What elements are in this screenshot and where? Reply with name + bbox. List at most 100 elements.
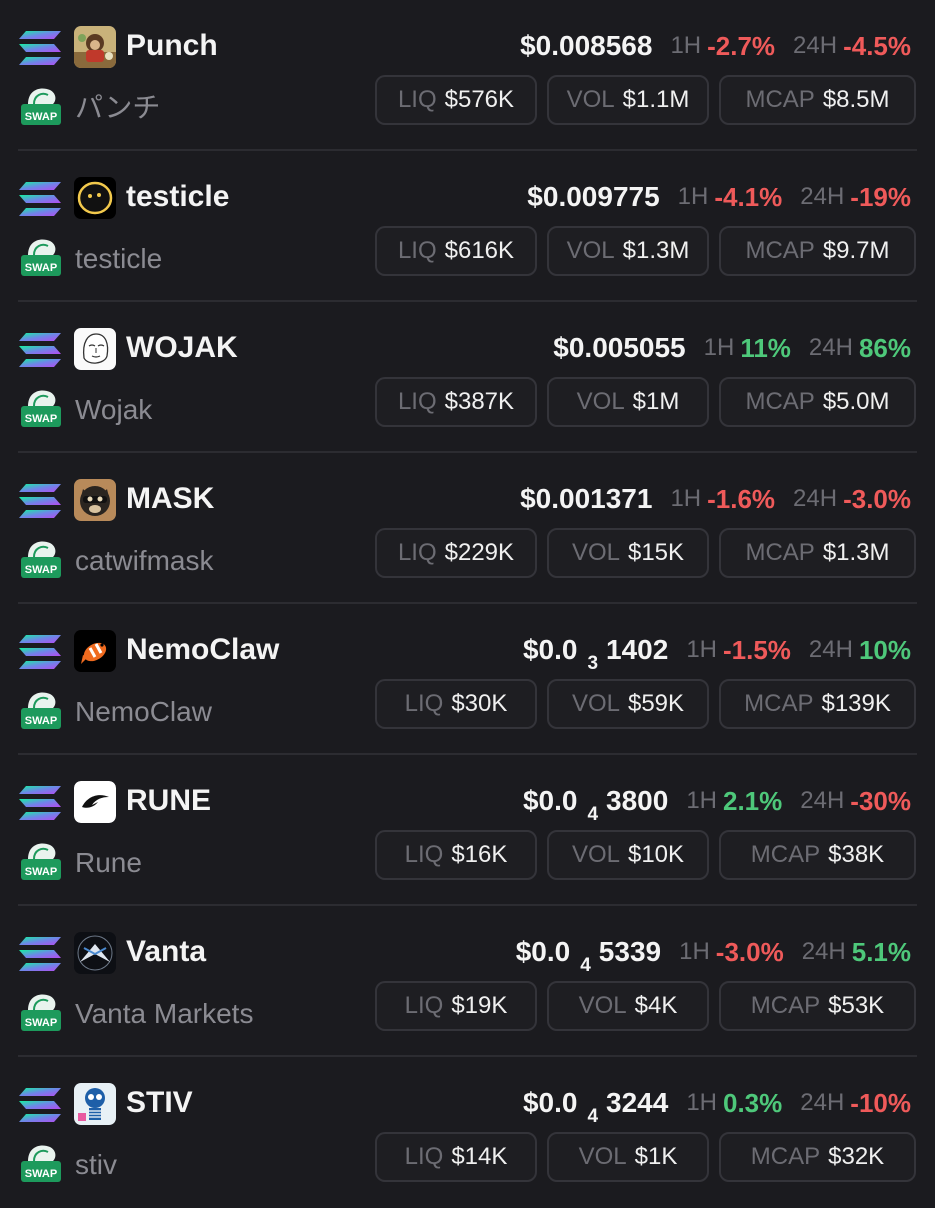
token-row-wojak[interactable]: SWAP WOJAK Wojak $0.005055 1H 11% 24H 86… (0, 302, 935, 453)
liquidity-label: LIQ (404, 690, 444, 717)
market-cap-label: MCAP (745, 86, 815, 113)
liquidity-chip[interactable]: LIQ $576K (375, 75, 537, 125)
market-cap-chip[interactable]: MCAP $9.7M (719, 226, 916, 276)
market-cap-chip[interactable]: MCAP $5.0M (719, 377, 916, 427)
change-24h-label: 24H (808, 334, 853, 361)
price-stats: $0.009775 1H -4.1% 24H -19% (527, 175, 911, 219)
face-avatar (74, 177, 116, 219)
volume-chip[interactable]: VOL $1M (547, 377, 709, 427)
volume-chip[interactable]: VOL $1.1M (547, 75, 709, 125)
market-cap-value: $1.3M (822, 539, 890, 566)
liquidity-value: $576K (444, 86, 515, 113)
volume-value: $10K (627, 841, 685, 868)
token-row-testicle[interactable]: SWAP testicle testicle $0.009775 1H -4.1… (0, 151, 935, 302)
token-row-rune[interactable]: SWAP RUNE Rune $0.0 4 3800 1H 2.1% 24H -30… (0, 755, 935, 906)
metric-chips: LIQ $229K VOL $15K MCAP $1.3M (375, 528, 916, 578)
swap-label: SWAP (25, 866, 57, 878)
swap-dex-icon: SWAP (20, 1141, 62, 1183)
volume-chip[interactable]: VOL $1.3M (547, 226, 709, 276)
wojak-avatar (74, 328, 116, 370)
volume-label: VOL (566, 237, 615, 264)
liquidity-value: $14K (451, 1143, 508, 1170)
volume-label: VOL (578, 1143, 627, 1170)
token-name: stiv (75, 1149, 117, 1180)
price-stats: $0.0 4 5339 1H -3.0% 24H 5.1% (516, 930, 911, 976)
liquidity-label: LIQ (397, 539, 437, 566)
volume-label: VOL (571, 841, 620, 868)
solana-chain-icon (18, 30, 62, 66)
liquidity-chip[interactable]: LIQ $616K (375, 226, 537, 276)
change-24h-value: 10% (858, 634, 911, 665)
liquidity-label: LIQ (397, 86, 437, 113)
token-price: $0.0 3 1402 (523, 634, 668, 674)
skeleton-avatar (74, 1083, 116, 1125)
volume-value: $59K (627, 690, 685, 717)
token-row-mask[interactable]: SWAP MASK catwifmask $0.001371 1H -1.6% … (0, 453, 935, 604)
change-24h-label: 24H (800, 787, 845, 814)
token-price: $0.009775 (527, 181, 659, 213)
change-24h-value: 5.1% (851, 936, 911, 967)
volume-chip[interactable]: VOL $15K (547, 528, 709, 578)
swap-dex-icon: SWAP (20, 386, 62, 428)
volume-value: $15K (627, 539, 685, 566)
volume-chip[interactable]: VOL $10K (547, 830, 709, 880)
token-row-punch[interactable]: SWAP Punch パンチ $0.008568 1H -2.7% 24H -4… (0, 0, 935, 151)
volume-value: $1.3M (622, 237, 690, 264)
price-main: $0.009775 (527, 181, 660, 212)
token-price: $0.001371 (520, 483, 652, 515)
price-stats: $0.0 4 3244 1H 0.3% 24H -10% (523, 1081, 911, 1127)
market-cap-chip[interactable]: MCAP $53K (719, 981, 916, 1031)
liquidity-label: LIQ (404, 992, 444, 1019)
token-symbol: Vanta (126, 935, 207, 968)
market-cap-chip[interactable]: MCAP $32K (719, 1132, 916, 1182)
change-24h-value: -3.0% (843, 483, 911, 514)
swap-label: SWAP (25, 1017, 57, 1029)
swap-dex-icon: SWAP (20, 688, 62, 730)
liquidity-label: LIQ (404, 1143, 444, 1170)
price-stats: $0.001371 1H -1.6% 24H -3.0% (520, 477, 911, 521)
market-cap-value: $9.7M (822, 237, 890, 264)
token-row-nemoclaw[interactable]: SWAP NemoClaw NemoClaw $0.0 3 1402 1H -1.5… (0, 604, 935, 755)
change-1h-value: -4.1% (714, 181, 783, 212)
token-name: Vanta Markets (75, 998, 254, 1029)
token-price: $0.0 4 3244 (523, 1087, 668, 1127)
volume-value: $1K (634, 1143, 678, 1170)
volume-label: VOL (571, 690, 620, 717)
metric-chips: LIQ $616K VOL $1.3M MCAP $9.7M (375, 226, 916, 276)
market-cap-chip[interactable]: MCAP $8.5M (719, 75, 916, 125)
liquidity-chip[interactable]: LIQ $19K (375, 981, 537, 1031)
solana-chain-icon (18, 332, 62, 368)
liquidity-value: $229K (444, 539, 515, 566)
liquidity-chip[interactable]: LIQ $387K (375, 377, 537, 427)
change-1h-value: 11% (740, 332, 791, 363)
change-1h-label: 1H (686, 636, 717, 663)
volume-value: $4K (634, 992, 678, 1019)
rune-logo-avatar (74, 781, 116, 823)
volume-chip[interactable]: VOL $1K (547, 1132, 709, 1182)
metric-chips: LIQ $16K VOL $10K MCAP $38K (375, 830, 916, 880)
market-cap-value: $32K (828, 1143, 885, 1170)
token-row-stiv[interactable]: SWAP STIV stiv $0.0 4 3244 1H 0.3% 24H -10… (0, 1057, 935, 1208)
solana-chain-icon (18, 1087, 62, 1123)
metric-chips: LIQ $30K VOL $59K MCAP $139K (375, 679, 916, 729)
liquidity-chip[interactable]: LIQ $16K (375, 830, 537, 880)
volume-chip[interactable]: VOL $4K (547, 981, 709, 1031)
price-stats: $0.005055 1H 11% 24H 86% (553, 326, 911, 370)
liquidity-chip[interactable]: LIQ $30K (375, 679, 537, 729)
liquidity-chip[interactable]: LIQ $14K (375, 1132, 537, 1182)
swap-dex-icon: SWAP (20, 235, 62, 277)
market-cap-chip[interactable]: MCAP $1.3M (719, 528, 916, 578)
market-cap-label: MCAP (750, 1143, 821, 1170)
liquidity-chip[interactable]: LIQ $229K (375, 528, 537, 578)
change-1h-label: 1H (679, 938, 710, 965)
volume-label: VOL (576, 388, 625, 415)
change-1h-label: 1H (686, 787, 717, 814)
token-row-vanta[interactable]: SWAP Vanta Vanta Markets $0.0 4 5339 1H -3… (0, 906, 935, 1057)
market-cap-chip[interactable]: MCAP $38K (719, 830, 916, 880)
change-24h-label: 24H (808, 636, 853, 663)
volume-chip[interactable]: VOL $59K (547, 679, 709, 729)
liquidity-value: $30K (451, 690, 508, 717)
masked-cat-avatar (74, 479, 116, 521)
token-symbol: RUNE (126, 784, 212, 817)
market-cap-chip[interactable]: MCAP $139K (719, 679, 916, 729)
